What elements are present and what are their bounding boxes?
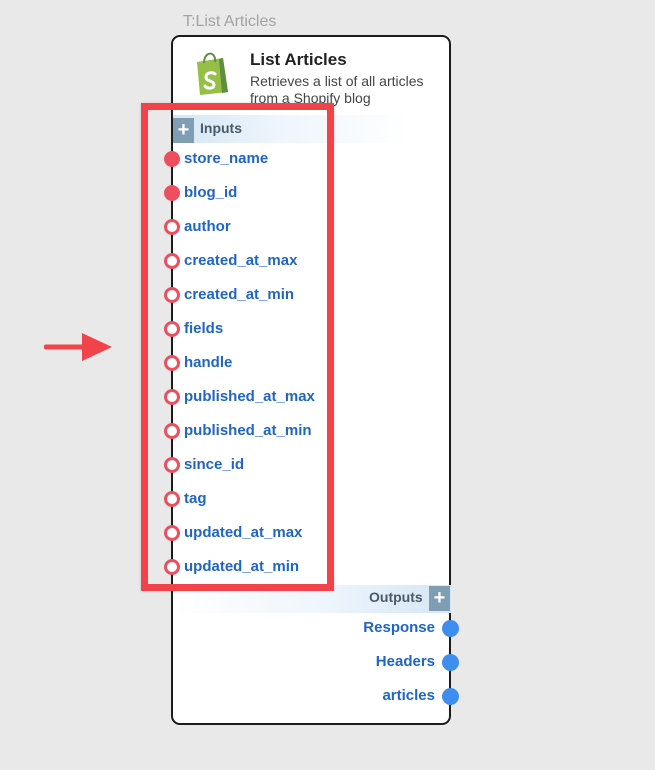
arrow-right-icon	[43, 330, 114, 364]
outputs-label: Outputs	[369, 589, 423, 605]
output-port-row[interactable]: Response	[319, 619, 459, 639]
node-title: List Articles	[250, 50, 347, 69]
add-output-button[interactable]: +	[429, 586, 450, 611]
shopify-bag-icon	[191, 50, 231, 96]
output-port-label[interactable]: Response	[363, 619, 435, 636]
node-description: Retrieves a list of all articles from a …	[250, 73, 424, 106]
output-port-label[interactable]: Headers	[376, 653, 435, 670]
output-port-icon[interactable]	[442, 620, 459, 637]
highlight-box	[141, 103, 334, 591]
output-port-icon[interactable]	[442, 654, 459, 671]
canvas[interactable]: T:List Articles List Articles Retrieves …	[0, 0, 655, 770]
output-port-label[interactable]: articles	[382, 687, 435, 704]
node-caption: T:List Articles	[183, 13, 277, 30]
output-port-icon[interactable]	[442, 688, 459, 705]
output-port-row[interactable]: Headers	[319, 653, 459, 673]
output-port-row[interactable]: articles	[319, 687, 459, 707]
